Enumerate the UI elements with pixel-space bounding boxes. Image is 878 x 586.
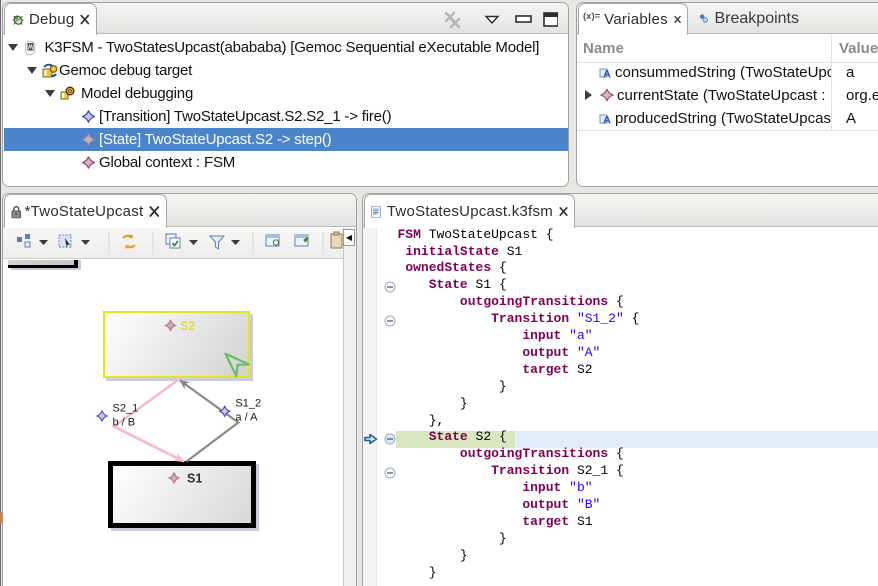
svg-text:A: A (603, 69, 611, 80)
svg-text:A: A (603, 115, 611, 126)
svg-text:S1_2: S1_2 (235, 398, 261, 410)
svg-text:a / A: a / A (235, 412, 258, 424)
svg-text:S1: S1 (187, 472, 202, 486)
svg-text:S2: S2 (180, 319, 195, 333)
svg-text:b / B: b / B (113, 417, 136, 429)
svg-text:S2_1: S2_1 (113, 403, 139, 415)
